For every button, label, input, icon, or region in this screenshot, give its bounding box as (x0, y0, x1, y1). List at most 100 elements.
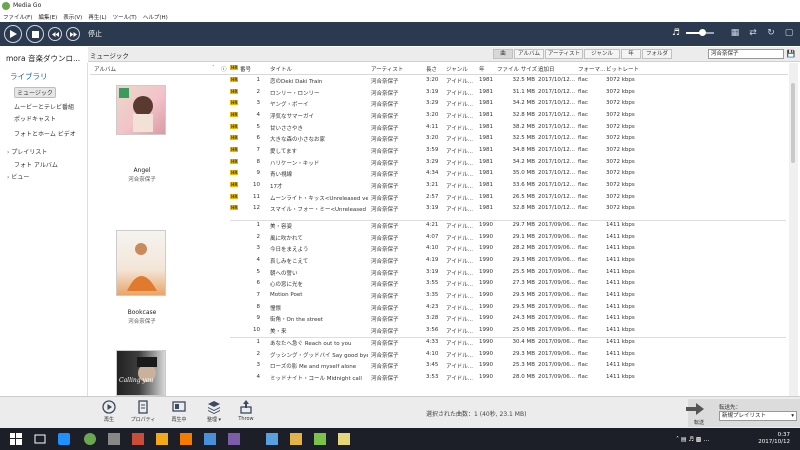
previous-button[interactable] (48, 27, 62, 41)
sidebar-item-photos-videos[interactable]: フォトとホーム ビデオ (14, 129, 76, 138)
tab-songs[interactable]: 曲 (493, 49, 513, 59)
app-icon-green[interactable] (314, 433, 326, 445)
transfer-caption[interactable]: 転送 (694, 419, 704, 426)
menu-help[interactable]: ヘルプ(H) (143, 13, 168, 21)
table-row[interactable]: HR 4 浮気なサマーガイ 河合奈保子 3:20 アイドル... 1981 32.8 MB 20… (230, 110, 786, 122)
app-icon-gear[interactable] (108, 433, 120, 445)
col-album[interactable]: アルバム (94, 65, 116, 73)
col-artist[interactable]: アーティスト (371, 65, 403, 73)
table-row[interactable]: HR 9 青い視線 河合奈保子 4:34 アイドル... 1981 35.0 MB 2017/1… (230, 168, 786, 180)
vertical-scrollbar[interactable] (789, 63, 798, 396)
col-date-added[interactable]: 追加日 (538, 65, 555, 73)
mini-player-icon[interactable]: ▢ (784, 28, 794, 38)
col-title[interactable]: タイトル (270, 65, 292, 73)
tab-genres[interactable]: ジャンル (584, 49, 620, 59)
table-row[interactable]: 6 心の窓に光を 河合奈保子 3:55 アイドル... 1990 27.3 MB 2017/0… (230, 278, 786, 290)
info-column-icon[interactable]: ⓘ (221, 65, 227, 73)
repeat-icon[interactable]: ↻ (766, 28, 776, 38)
table-row[interactable]: HR 3 ヤング・ボーイ 河合奈保子 3:29 アイドル... 1981 34.2 MB 201… (230, 98, 786, 110)
table-row[interactable]: 4 ミッドナイト・コール Midnight call 河合奈保子 3:53 アイドル..… (230, 372, 786, 384)
table-row[interactable]: HR 6 大きな森の小さなお家 河合奈保子 3:20 アイドル... 1981 32.5 MB… (230, 133, 786, 145)
table-row[interactable]: HR 5 甘いささやき 河合奈保子 4:11 アイドル... 1981 38.2 MB 2017… (230, 122, 786, 134)
scroll-thumb[interactable] (791, 83, 795, 163)
sidebar-item-podcasts[interactable]: ポッドキャスト (14, 114, 56, 123)
volume-slider[interactable] (686, 29, 714, 36)
col-bitrate[interactable]: ビットレート (606, 65, 639, 73)
play-bottom-button[interactable]: 再生 (94, 400, 124, 423)
app-icon-yellow[interactable] (156, 433, 168, 445)
menu-playback[interactable]: 再生(L) (88, 13, 106, 21)
menu-file[interactable]: ファイル(F) (3, 13, 32, 21)
sidebar-item-movies-tv[interactable]: ムービーとテレビ番組 (14, 102, 74, 111)
vlc-icon[interactable] (180, 433, 192, 445)
table-row[interactable]: HR 11 ムーンライト・キッス<Unreleased versi...河合奈保子 2… (230, 192, 786, 204)
album-cover-angel[interactable] (116, 85, 166, 135)
media-go-taskbar-icon[interactable] (84, 433, 96, 445)
stop-button[interactable] (26, 25, 44, 43)
col-length[interactable]: 長さ (426, 65, 437, 73)
play-button[interactable] (4, 25, 22, 43)
menu-tools[interactable]: ツール(T) (113, 13, 137, 21)
album-title[interactable]: Bookcase (92, 309, 192, 316)
sidebar-item-views[interactable]: › ビュー (7, 172, 29, 181)
app-icon-notes[interactable] (338, 433, 350, 445)
table-row[interactable]: 5 朝への誓い 河合奈保子 3:19 アイドル... 1990 25.5 MB 2017/09… (230, 267, 786, 279)
system-tray-icons[interactable]: ˄ ▤ ♬ ▩ … (676, 436, 709, 443)
col-size[interactable]: ファイル サイズ (497, 65, 537, 73)
table-row[interactable]: 2 グッシング・グッドバイ Say good bye 河合奈保子 4:10 アイドル..… (230, 349, 786, 361)
app-icon-blue[interactable] (204, 433, 216, 445)
windows-start-icon[interactable] (10, 433, 22, 445)
speaker-icon[interactable]: ♬ (672, 28, 682, 38)
app-icon-red[interactable] (132, 433, 144, 445)
transfer-destination-select[interactable]: 新規プレイリスト ▾ (719, 411, 797, 421)
col-format[interactable]: フォーマ... (578, 65, 605, 73)
table-row[interactable]: 7 Motion Poet 河合奈保子 3:35 アイドル... 1990 29.5 MB 2… (230, 290, 786, 302)
table-row[interactable]: 9 街角・On the street 河合奈保子 3:28 アイドル... 1990 24.… (230, 313, 786, 325)
col-year[interactable]: 年 (479, 65, 485, 73)
table-row[interactable]: HR 12 スマイル・フォー・ミー<Unreleased versi...河合奈保子… (230, 203, 786, 215)
next-button[interactable] (66, 27, 80, 41)
table-row[interactable]: 3 ローズの影 Me and myself alone 河合奈保子 3:45 アイドル.… (230, 360, 786, 372)
sidebar-item-photo-albums[interactable]: フォト アルバム (14, 160, 58, 169)
col-genre[interactable]: ジャンル (446, 65, 468, 73)
clock[interactable]: 0:37 2017/10/12 (758, 432, 790, 446)
sidebar-item-music[interactable]: ミュージック (14, 87, 56, 98)
app-icon-mail[interactable] (266, 433, 278, 445)
tab-albums[interactable]: アルバム (514, 49, 544, 59)
table-row[interactable]: HR 2 ロンリー・ロンリー 河合奈保子 3:19 アイドル... 1981 31.1 MB 2… (230, 87, 786, 99)
table-row[interactable]: HR 7 愛してます 河合奈保子 3:59 アイドル... 1981 34.8 MB 2017/… (230, 145, 786, 157)
menu-edit[interactable]: 編集(E) (38, 13, 57, 21)
app-icon-purple[interactable] (228, 433, 240, 445)
table-row[interactable]: 4 哀しみをこえて 河合奈保子 4:19 アイドル... 1990 29.3 MB 2017/… (230, 255, 786, 267)
album-title[interactable]: Angel (92, 167, 192, 174)
menu-view[interactable]: 表示(V) (63, 13, 82, 21)
task-view-icon[interactable] (34, 433, 46, 445)
save-search-icon[interactable]: 💾 (786, 49, 796, 59)
organize-button[interactable]: 整理 ▾ (199, 400, 229, 423)
album-artist[interactable]: 河合奈保子 (92, 317, 192, 325)
expand-arrow-icon[interactable]: › (7, 149, 9, 156)
album-artist[interactable]: 河合奈保子 (92, 175, 192, 183)
table-row[interactable]: 3 今日をまえよう 河合奈保子 4:10 アイドル... 1990 28.2 MB 2017/… (230, 243, 786, 255)
tab-artists[interactable]: アーティスト (545, 49, 583, 59)
throw-button[interactable]: Throw (231, 400, 261, 422)
table-row[interactable]: 1 美・容姿 河合奈保子 4:21 アイドル... 1990 29.7 MB 2017/09/… (230, 220, 786, 232)
file-explorer-icon[interactable] (290, 433, 302, 445)
transfer-arrow-icon[interactable] (686, 403, 706, 417)
col-track-no[interactable]: 番号 (240, 65, 251, 73)
album-cover-bookcase[interactable] (116, 230, 166, 296)
search-input[interactable]: 河合奈保子 (708, 49, 784, 59)
tab-years[interactable]: 年 (621, 49, 641, 59)
properties-button[interactable]: プロパティ (128, 400, 158, 423)
table-row[interactable]: HR 8 ハリケーン・キッド 河合奈保子 3:29 アイドル... 1981 34.2 MB 2… (230, 157, 786, 169)
visualizer-icon[interactable]: ▦ (730, 28, 740, 38)
edge-icon[interactable] (58, 433, 70, 445)
now-playing-button[interactable]: 再生中 (164, 400, 194, 423)
chevron-down-icon[interactable]: ▾ (791, 412, 794, 420)
album-cover-calling-you[interactable]: Calling you (116, 350, 166, 396)
sidebar-item-playlists[interactable]: › プレイリスト (7, 147, 47, 156)
expand-arrow-icon[interactable]: › (7, 174, 9, 181)
col-hr[interactable]: HR (230, 65, 239, 71)
volume-knob[interactable] (699, 29, 707, 36)
sort-arrow-icon[interactable]: ˄ (212, 65, 215, 71)
